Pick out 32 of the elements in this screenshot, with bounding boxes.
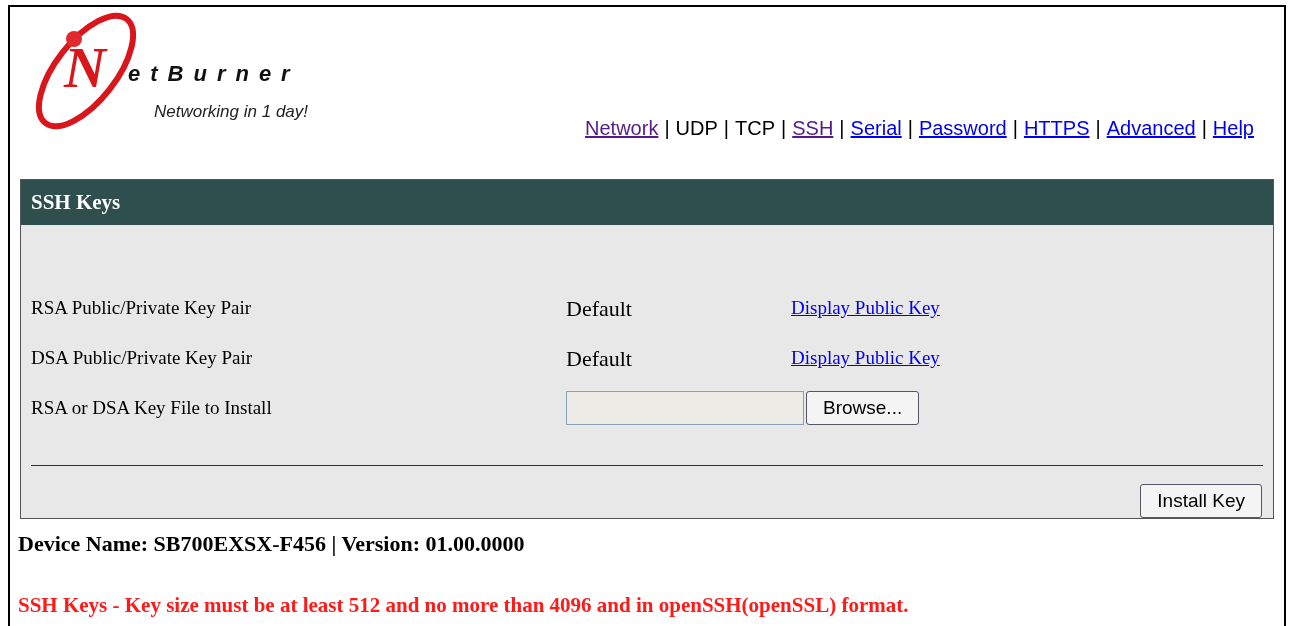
device-info: Device Name: SB700EXSX-F456 | Version: 01.00.0000 <box>17 530 526 558</box>
nav-separator: | <box>664 116 670 141</box>
key-status: Default <box>566 294 633 323</box>
nav-link[interactable]: Help <box>1212 113 1254 143</box>
nav-link[interactable]: Serial <box>850 113 902 143</box>
nav-separator: | <box>781 116 787 141</box>
nav-label: TCP <box>735 116 776 141</box>
nav-label: UDP <box>675 116 718 141</box>
nav-link[interactable]: HTTPS <box>1023 113 1090 143</box>
display-key-link[interactable]: Display Public Key <box>791 343 940 373</box>
key-status: Default <box>566 344 633 373</box>
logo-wordmark: etBurner <box>128 63 300 85</box>
nav-separator: | <box>1201 116 1207 141</box>
install-key-button[interactable]: Install Key <box>1140 484 1262 518</box>
nav-separator: | <box>1095 116 1101 141</box>
logo-letter: N <box>64 39 106 97</box>
nav-link[interactable]: Network <box>585 113 659 143</box>
nav-separator: | <box>839 116 845 141</box>
nav-separator: | <box>1012 116 1018 141</box>
nav-link[interactable]: Password <box>918 113 1007 143</box>
panel-title: SSH Keys <box>31 188 121 216</box>
logo-tagline: Networking in 1 day! <box>154 103 309 120</box>
browse-button[interactable]: Browse... <box>806 391 920 425</box>
nav-separator: | <box>907 116 913 141</box>
nav-link[interactable]: Advanced <box>1106 113 1196 143</box>
field-label: DSA Public/Private Key Pair <box>31 345 254 370</box>
nav-link[interactable]: SSH <box>792 113 834 143</box>
display-key-link[interactable]: Display Public Key <box>791 293 940 323</box>
error-message: SSH Keys - Key size must be at least 512 and no more than 4096 and in openSSH(openSSL) format. <box>17 592 910 619</box>
nav-separator: | <box>723 116 730 141</box>
field-label: RSA Public/Private Key Pair <box>31 295 253 320</box>
field-label: RSA or DSA Key File to Install <box>31 395 273 420</box>
